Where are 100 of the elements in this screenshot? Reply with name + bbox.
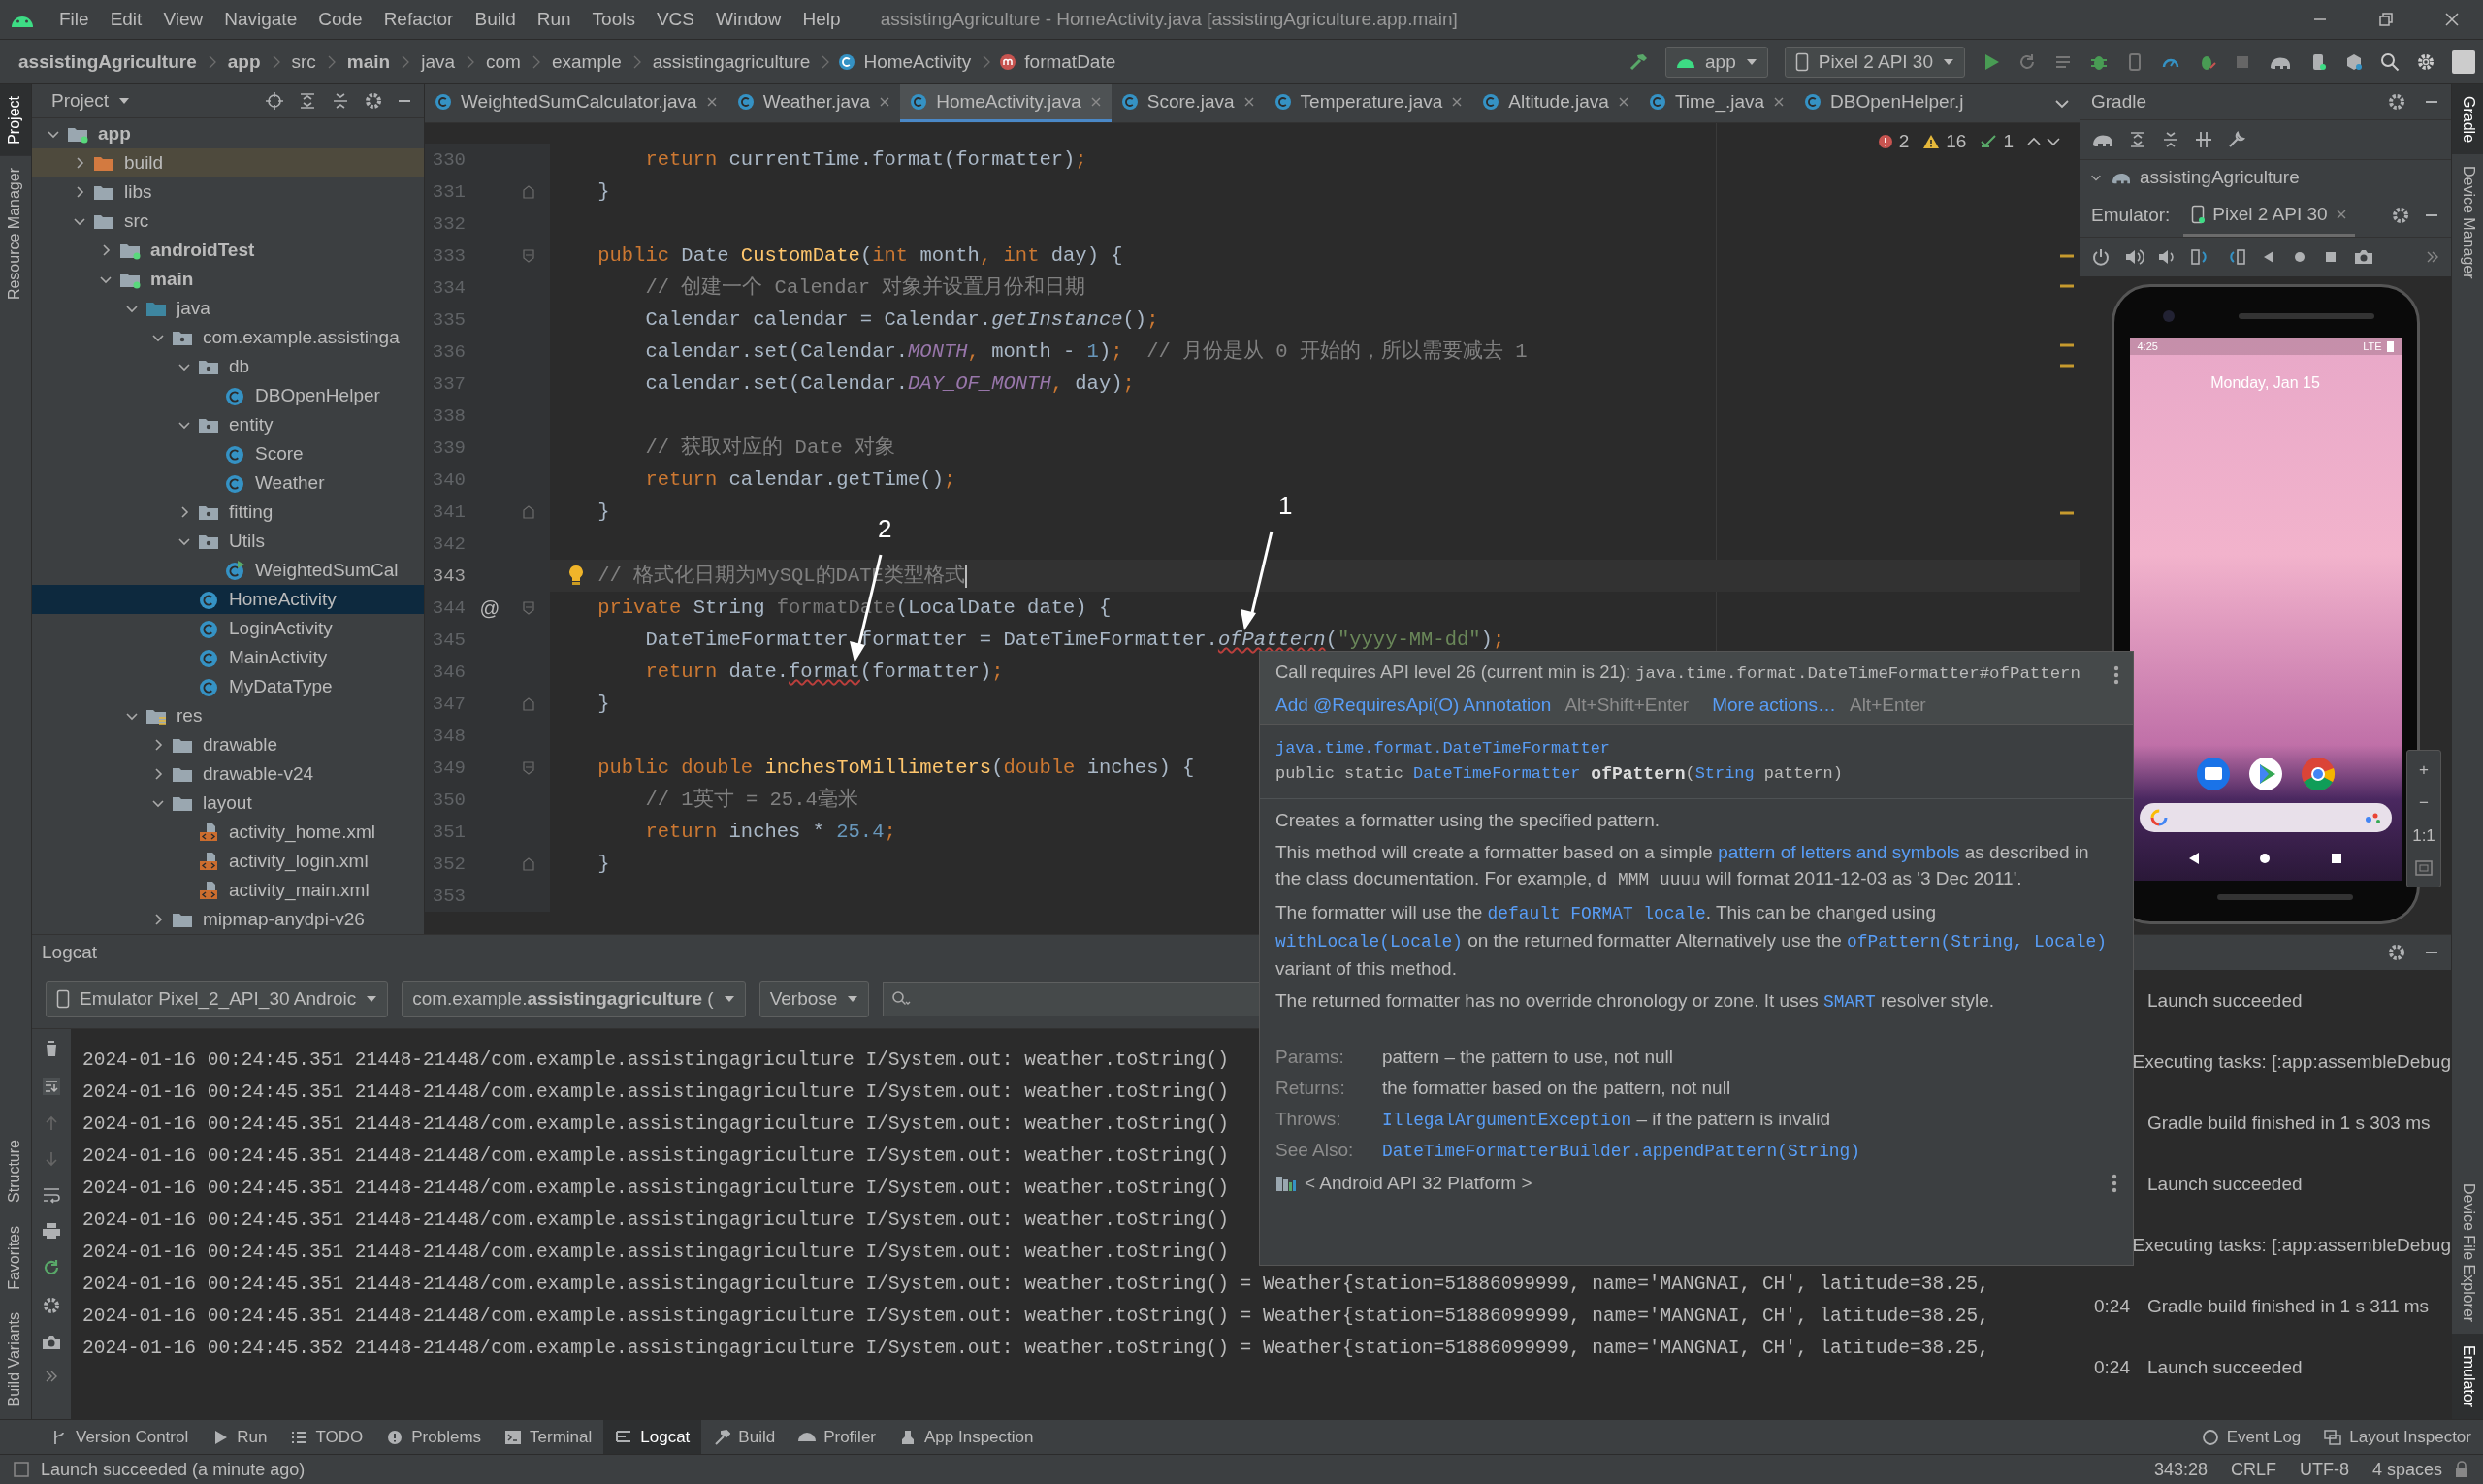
chevron-up-icon[interactable] [2027,137,2041,146]
close-icon[interactable] [1242,96,1255,108]
menu-item[interactable]: Build [464,9,527,30]
breadcrumb[interactable]: assistingAgriculture [16,50,200,73]
doc-link[interactable]: SMART [1823,992,1876,1012]
more-icon[interactable] [2426,250,2439,264]
collapse-all-icon[interactable] [2161,130,2180,149]
breadcrumb[interactable]: formatDate [1021,50,1119,73]
tool-window-tab[interactable]: Gradle [2452,84,2483,155]
package-dropdown[interactable]: com.example.assistingagriculture ( [402,981,746,1017]
tree-item[interactable]: assistingAgriculture [2080,159,2451,194]
app-icon[interactable] [2195,757,2231,791]
tree-item[interactable]: Score [32,439,424,468]
camera-icon[interactable] [41,1334,62,1351]
menu-item[interactable]: Code [307,9,373,30]
tree-item[interactable]: Utils [32,527,424,556]
doc-link[interactable]: java.time.format.DateTimeFormatter [1275,736,1610,761]
editor-tab[interactable]: Temperature.java [1264,84,1473,122]
editor-tab[interactable]: HomeActivity.java [900,84,1112,122]
box-icon[interactable] [2344,51,2364,72]
check-icon[interactable] [1980,134,1998,149]
error-icon[interactable] [1877,134,1893,149]
caret-icon[interactable] [118,97,131,105]
editor-tab[interactable]: Altitude.java [1472,84,1639,122]
fit-screen-icon[interactable] [2414,859,2434,877]
volume-down-icon[interactable] [2157,247,2177,267]
overview-icon[interactable] [2329,852,2343,865]
tool-window-tab[interactable]: Terminal [493,1420,604,1454]
tree-item[interactable]: db [32,352,424,381]
tool-window-tab[interactable]: TODO [278,1420,375,1454]
panel-title[interactable]: Project [51,90,110,112]
volume-up-icon[interactable] [2124,247,2144,267]
settings-icon[interactable] [364,91,383,111]
run-configuration-dropdown[interactable]: app [1665,46,1768,78]
menu-item[interactable]: VCS [645,9,705,30]
lock-icon[interactable] [2454,1461,2469,1478]
crosshair-icon[interactable] [265,91,284,111]
tool-window-tab[interactable]: Project [0,84,31,156]
restart-icon[interactable] [42,1258,61,1277]
home-icon[interactable] [2258,852,2273,865]
editor-tab[interactable]: WeightedSumCalculator.java [425,84,727,122]
doc-link[interactable]: default FORMAT locale [1487,904,1706,923]
zoom-button[interactable]: 1:1 [2412,826,2435,846]
menu-item[interactable]: Tools [581,9,646,30]
tree-item[interactable]: drawable-v24 [32,759,424,789]
breadcrumb[interactable]: app [224,50,264,73]
close-icon[interactable] [1089,96,1102,108]
tree-item[interactable]: WeightedSumCal [32,556,424,585]
doc-link[interactable]: IllegalArgumentException [1382,1111,1632,1130]
settings-icon[interactable] [2387,92,2406,112]
quick-fix-link[interactable]: Add @RequiresApi(O) Annotation [1275,694,1552,716]
tab-list-icon[interactable] [2054,97,2070,110]
tool-window-tab[interactable]: Profiler [787,1420,887,1454]
tree-item[interactable]: mipmap-anydpi-v26 [32,905,424,934]
tool-window-tab[interactable]: Structure [0,1127,31,1214]
menu-item[interactable]: File [48,9,100,30]
zoom-button[interactable]: − [2419,793,2429,813]
doc-link[interactable]: String [1694,761,1755,787]
tool-window-tab[interactable]: Build Variants [0,1301,31,1419]
more-icon[interactable] [45,1370,58,1383]
expand-all-icon[interactable] [2128,130,2147,149]
tool-window-tab[interactable]: Build [701,1420,788,1454]
tree-item[interactable]: MyDataType [32,672,424,701]
log-level-dropdown[interactable]: Verbose [758,981,870,1017]
caret-position[interactable]: 343:28 [2153,1459,2208,1480]
line-separator[interactable]: CRLF [2230,1459,2276,1480]
app-icon[interactable] [2247,757,2283,791]
tool-window-tab[interactable]: Device Manager [2452,154,2483,291]
breadcrumb[interactable]: HomeActivity [860,50,975,73]
doc-link[interactable]: DateTimeFormatterBuilder.appendPattern(String) [1382,1142,1860,1161]
tree-item[interactable]: src [32,207,424,236]
back-icon[interactable] [2187,852,2202,865]
zoom-button[interactable]: + [2419,760,2429,780]
tree-item[interactable]: com.example.assistinga [32,323,424,352]
tree-item[interactable]: java [32,294,424,323]
restore-icon[interactable] [2378,12,2394,27]
more-options-icon[interactable] [2112,1174,2117,1193]
indent-setting[interactable]: 4 spaces [2371,1459,2442,1480]
menu-item[interactable]: Help [791,9,852,30]
menu-item[interactable]: Navigate [213,9,308,30]
tree-item[interactable]: DBOpenHelper [32,381,424,410]
breadcrumb[interactable]: assistingagriculture [649,50,814,73]
tool-window-tab[interactable]: Layout Inspector [2312,1420,2483,1454]
breadcrumb[interactable]: com [483,50,524,73]
search-bar[interactable] [2139,803,2392,832]
editor-tab[interactable]: Time_.java [1638,84,1795,122]
tree-item[interactable]: androidTest [32,236,424,265]
app-icon[interactable] [2300,757,2336,791]
expand-all-icon[interactable] [298,91,317,111]
tree-item[interactable]: drawable [32,730,424,759]
tool-window-tab[interactable]: Favorites [0,1213,31,1302]
doc-link[interactable]: DateTimeFormatter [1413,761,1581,787]
close-icon[interactable] [705,96,718,108]
device-tab[interactable]: Pixel 2 API 30 [2183,194,2355,237]
search-icon[interactable] [2380,51,2400,72]
camera-icon[interactable] [2353,248,2374,266]
breadcrumb[interactable]: java [418,50,459,73]
tree-item[interactable]: LoginActivity [32,614,424,643]
editor-tab[interactable]: DBOpenHelper.j [1794,84,1974,122]
tree-item[interactable]: libs [32,177,424,207]
